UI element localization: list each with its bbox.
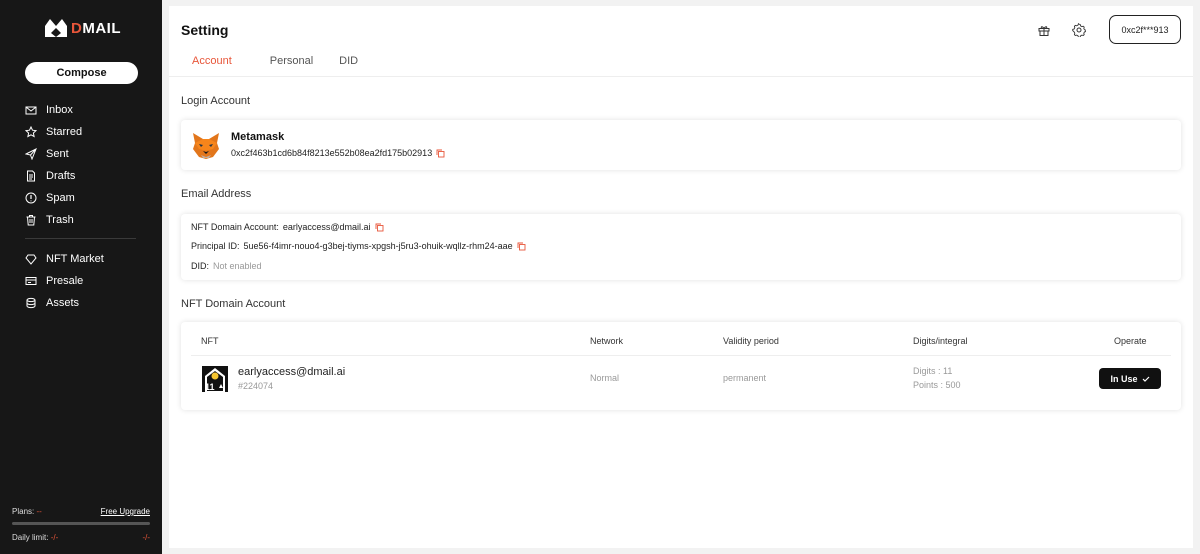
- nft-points: Points : 500: [913, 380, 961, 390]
- tab-personal[interactable]: Personal: [259, 54, 324, 77]
- plans-label: Plans: --: [12, 507, 42, 516]
- sidebar-item-trash[interactable]: Trash: [25, 212, 74, 228]
- nft-network: Normal: [590, 373, 620, 383]
- copy-icon[interactable]: [517, 242, 526, 251]
- daily-limit-row: Daily limit: -/- -/-: [12, 533, 150, 542]
- sidebar-item-inbox[interactable]: Inbox: [25, 102, 73, 118]
- sidebar-item-label: NFT Market: [46, 253, 104, 265]
- table-header-divider: [191, 355, 1171, 356]
- nft-domain-table: NFT Network Validity period Digits/integ…: [181, 322, 1181, 410]
- nft-domain-value: earlyaccess@dmail.ai: [282, 222, 371, 232]
- page-title: Setting: [181, 22, 229, 38]
- column-header-network: Network: [590, 336, 624, 346]
- gear-icon[interactable]: [1072, 23, 1086, 37]
- plan-progress-bar: [12, 522, 150, 525]
- wallet-address-text: 0xc2f463b1cd6b84f8213e552b08ea2fd175b029…: [231, 148, 433, 158]
- tabs-divider: [169, 76, 1193, 77]
- login-account-heading: Login Account: [181, 95, 251, 107]
- principal-id-value: 5ue56-f4imr-nouo4-g3bej-tiyms-xpgsh-j5ru…: [243, 241, 513, 251]
- metamask-fox-icon: [193, 133, 219, 159]
- column-header-digits: Digits/integral: [913, 336, 968, 346]
- email-address-heading: Email Address: [181, 188, 252, 200]
- in-use-button[interactable]: In Use: [1099, 368, 1161, 389]
- drafts-icon: [27, 170, 35, 182]
- sidebar: DMAIL Compose Inbox Starred Sent Drafts …: [0, 0, 162, 554]
- nft-domain-account-heading: NFT Domain Account: [181, 298, 286, 310]
- sidebar-item-assets[interactable]: Assets: [25, 295, 79, 311]
- nft-domain-account-row: NFT Domain Account: earlyaccess@dmail.ai: [191, 222, 384, 232]
- inbox-icon: [25, 106, 37, 115]
- tab-account[interactable]: Account: [181, 54, 243, 77]
- sidebar-item-label: Assets: [46, 297, 80, 309]
- daily-limit-value: -/-: [50, 533, 59, 542]
- nft-email: earlyaccess@dmail.ai: [238, 366, 346, 378]
- sidebar-item-label: Inbox: [46, 104, 73, 116]
- copy-icon[interactable]: [375, 223, 384, 232]
- did-label: DID:: [191, 261, 209, 271]
- sidebar-divider: [25, 238, 136, 239]
- in-use-label: In Use: [1110, 373, 1138, 384]
- tab-did[interactable]: DID: [328, 54, 369, 77]
- nft-market-icon: [25, 254, 37, 265]
- check-icon: [1142, 376, 1149, 382]
- wallet-address: 0xc2f463b1cd6b84f8213e552b08ea2fd175b029…: [231, 148, 445, 158]
- column-header-nft: NFT: [201, 336, 219, 346]
- sidebar-item-label: Starred: [46, 126, 83, 138]
- gift-icon[interactable]: [1037, 23, 1051, 37]
- spam-icon: [25, 192, 37, 204]
- sidebar-item-drafts[interactable]: Drafts: [25, 168, 75, 184]
- copy-icon[interactable]: [436, 149, 445, 158]
- star-icon: [25, 126, 37, 138]
- wallet-name: Metamask: [231, 131, 285, 143]
- email-address-card: NFT Domain Account: earlyaccess@dmail.ai…: [181, 214, 1181, 280]
- wallet-address-button[interactable]: 0xc2f***913: [1109, 15, 1181, 44]
- trash-icon: [26, 215, 36, 226]
- daily-limit-label: Daily limit: -/-: [12, 533, 59, 542]
- sidebar-item-sent[interactable]: Sent: [25, 146, 69, 162]
- sidebar-item-label: Spam: [46, 192, 75, 204]
- did-row: DID: Not enabled: [191, 261, 262, 271]
- dmail-logo-icon: [45, 19, 67, 37]
- principal-id-label: Principal ID:: [191, 241, 240, 251]
- plans-value: --: [36, 507, 42, 516]
- column-header-validity: Validity period: [723, 336, 779, 346]
- free-upgrade-link[interactable]: Free Upgrade: [101, 507, 150, 516]
- dmail-logo[interactable]: DMAIL: [44, 18, 121, 38]
- compose-button[interactable]: Compose: [25, 62, 138, 84]
- presale-icon: [25, 277, 37, 285]
- sidebar-item-starred[interactable]: Starred: [25, 124, 82, 140]
- nft-digits: Digits : 11: [913, 366, 953, 376]
- logo-text: DMAIL: [71, 19, 122, 37]
- daily-limit-right-value: -/-: [142, 533, 150, 542]
- sidebar-item-spam[interactable]: Spam: [25, 190, 75, 206]
- sidebar-item-nft-market[interactable]: NFT Market: [25, 251, 104, 267]
- plans-row: Plans: -- Free Upgrade: [12, 507, 150, 516]
- login-account-card: Metamask 0xc2f463b1cd6b84f8213e552b08ea2…: [181, 120, 1181, 170]
- column-header-operate: Operate: [1114, 336, 1147, 346]
- sidebar-item-label: Presale: [46, 275, 84, 287]
- nft-domain-label: NFT Domain Account:: [191, 222, 279, 232]
- nft-badge-image: 11: [202, 366, 228, 392]
- did-value: Not enabled: [213, 261, 262, 271]
- nft-validity: permanent: [723, 373, 767, 383]
- principal-id-row: Principal ID: 5ue56-f4imr-nouo4-g3bej-ti…: [191, 241, 526, 251]
- nft-id: #224074: [238, 381, 274, 391]
- sidebar-item-label: Trash: [46, 214, 74, 226]
- sidebar-item-label: Sent: [46, 148, 69, 160]
- settings-tabs: Account Personal DID: [181, 54, 369, 77]
- nft-badge-number: 11: [205, 382, 215, 392]
- sidebar-item-presale[interactable]: Presale: [25, 273, 83, 289]
- assets-icon: [26, 297, 36, 309]
- main-panel: Setting 0xc2f***913 Account Personal DID…: [169, 6, 1193, 548]
- send-icon: [25, 148, 37, 160]
- sidebar-item-label: Drafts: [46, 170, 76, 182]
